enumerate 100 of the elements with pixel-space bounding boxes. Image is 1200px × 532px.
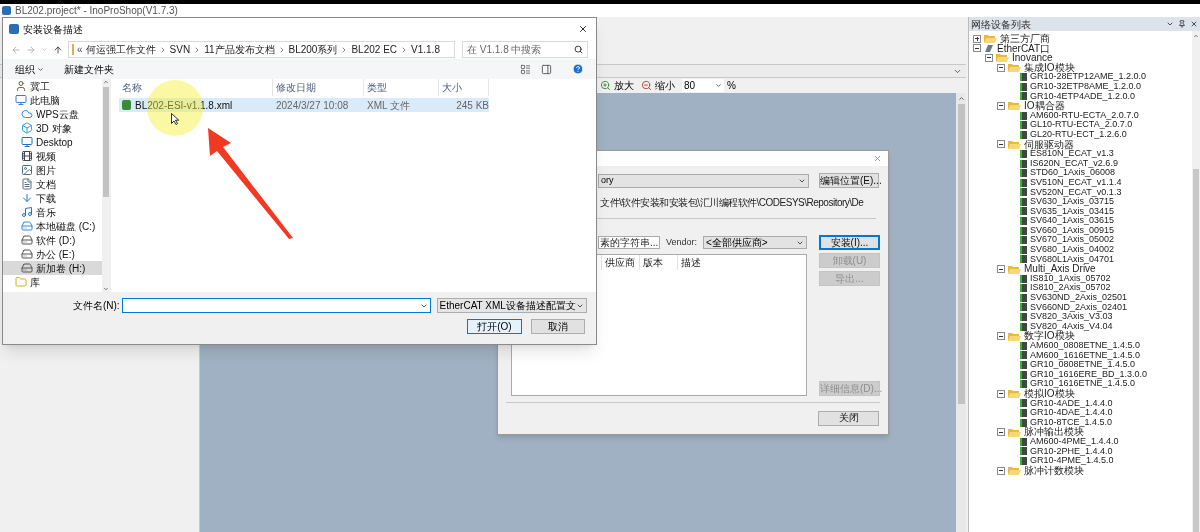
overflow-mark[interactable]: « (77, 42, 83, 57)
filetype-select[interactable]: EtherCAT XML设备描述配置文 (436, 298, 587, 313)
vendor-select[interactable]: <全部供应商> (703, 236, 807, 250)
dialog-button[interactable]: 安装(I)... (819, 235, 880, 251)
tree-item[interactable]: SV820_4Axis_V4.04 (1030, 321, 1113, 332)
column-header[interactable]: 修改日期 (273, 79, 364, 96)
new-folder-button[interactable]: 新建文件夹 (64, 61, 114, 77)
nav-item[interactable]: Desktop (3, 135, 102, 149)
dialog-button[interactable]: 关闭 (818, 411, 879, 426)
column-header[interactable]: 类型 (364, 79, 439, 96)
collapse-icon[interactable] (997, 265, 1005, 274)
scrollbar[interactable] (102, 79, 110, 292)
nav-item[interactable]: 库 (3, 275, 102, 289)
nav-item[interactable]: 音乐 (3, 205, 102, 219)
open-button[interactable]: 打开(O) (467, 319, 522, 334)
breadcrumb[interactable]: 11产品发布文档 (204, 42, 275, 57)
breadcrumb[interactable]: V1.1.8 (411, 42, 440, 57)
zoom-out-label[interactable]: 缩小 (655, 78, 675, 93)
nav-item[interactable]: 文档 (3, 177, 102, 191)
column-header[interactable]: 版本 (639, 255, 677, 271)
tree-item[interactable]: GR10-32ETP8AME_1.2.0.0 (1030, 81, 1142, 92)
address-bar[interactable]: « 何运强工作文件 SVN 11产品发布文档 BL200系列 BL202 EC V1.1.8 (68, 41, 455, 58)
tree-item[interactable]: SV510N_ECAT_v1.1.4 (1030, 177, 1122, 188)
tree-item[interactable]: AM600-4PME_1.4.4.0 (1030, 436, 1119, 447)
tree-item[interactable]: GR10-2PHE_1.4.4.0 (1030, 446, 1113, 457)
zoom-in-label[interactable]: 放大 (614, 78, 634, 93)
tree-item[interactable]: SV680L1Axis_04701 (1030, 254, 1115, 265)
dialog-button[interactable]: 编辑位置(E)... (819, 173, 879, 189)
caret-icon[interactable] (715, 82, 722, 89)
scrollbar[interactable] (1192, 31, 1200, 532)
preview-pane-icon[interactable] (541, 63, 552, 75)
nav-item[interactable]: 3D 对象 (3, 121, 102, 135)
collapse-icon[interactable] (997, 140, 1005, 149)
tree-item[interactable]: SV670_1Axis_05002 (1030, 235, 1115, 246)
close-icon[interactable] (1190, 20, 1198, 28)
tree-item[interactable]: GR10_1616ETNE_1.4.5.0 (1030, 379, 1136, 389)
nav-item[interactable]: 新加卷 (H:) (3, 261, 102, 275)
tree-item[interactable]: GL20-RTU-ECT_1.2.6.0 (1030, 129, 1127, 140)
nav-item[interactable]: 视频 (3, 149, 102, 163)
zoom-in-icon[interactable] (600, 80, 611, 91)
scroll-up-icon[interactable] (103, 79, 109, 85)
nav-item[interactable]: 办公 (E:) (3, 247, 102, 261)
scroll-up-icon[interactable] (1193, 33, 1199, 39)
tree-item[interactable]: SV635_1Axis_03415 (1030, 206, 1115, 217)
dropdown-icon[interactable] (1166, 20, 1174, 28)
tree-item[interactable]: Inovance (1012, 53, 1053, 63)
zoom-select[interactable]: 80 (682, 79, 724, 92)
column-header[interactable]: 大小 (439, 79, 489, 96)
column-header[interactable]: 描述 (677, 255, 715, 271)
tree-item[interactable]: SV660_1Axis_00915 (1030, 225, 1115, 236)
tree-item[interactable]: 模拟IO模块 (1024, 388, 1075, 399)
collapse-icon[interactable] (997, 101, 1005, 110)
location-select[interactable]: ory (598, 173, 809, 188)
tree-item[interactable]: GR10_0808ETNE_1.4.5.0 (1030, 360, 1136, 370)
scroll-down-icon[interactable] (103, 286, 109, 292)
close-icon[interactable] (578, 24, 588, 34)
tree-item[interactable]: 数字IO模块 (1024, 331, 1075, 341)
tree-item[interactable]: GR10_1616ERE_BD_1.3.0.0 (1030, 369, 1148, 380)
tree-item[interactable]: STD60_1Axis_06008 (1030, 168, 1116, 178)
breadcrumb[interactable]: BL200系列 (288, 42, 338, 57)
organize-menu[interactable]: 组织 (15, 61, 44, 77)
tree-item[interactable]: SV630_1Axis_03715 (1030, 197, 1115, 207)
tree-item[interactable]: IS810_1Axis_05702 (1030, 273, 1111, 284)
help-icon[interactable] (572, 63, 584, 75)
tree-item[interactable]: AM600-RTU-ECTA_2.0.7.0 (1030, 110, 1139, 121)
search-field[interactable]: 素的字符串... (598, 236, 660, 250)
pin-icon[interactable] (1178, 20, 1186, 28)
cancel-button[interactable]: 取消 (531, 319, 585, 334)
tree-item[interactable]: GL10-RTU-ECTA_2.0.7.0 (1030, 120, 1133, 130)
column-header[interactable]: 供应商 (601, 255, 639, 271)
search-field[interactable]: 在 V1.1.8 中搜索 (462, 41, 588, 58)
collapse-icon[interactable] (997, 466, 1005, 475)
tree-item[interactable]: 集成IO模块 (1024, 62, 1075, 73)
tree-item[interactable]: SV660ND_2Axis_02401 (1030, 302, 1128, 313)
collapse-icon[interactable] (997, 332, 1005, 341)
tree-item[interactable]: IS620N_ECAT_v2.6.9 (1030, 158, 1118, 169)
up-icon[interactable] (53, 44, 63, 55)
tree-item[interactable]: SV630ND_2Axis_02501 (1030, 293, 1128, 303)
tree-item[interactable]: AM600_0808ETNE_1.4.5.0 (1030, 341, 1141, 351)
filename-input[interactable] (121, 298, 431, 313)
tree-item[interactable]: SV640_1Axis_03615 (1030, 216, 1115, 226)
nav-item[interactable]: 图片 (3, 163, 102, 177)
tree-item[interactable]: 伺服驱动器 (1024, 139, 1074, 150)
tree-item[interactable]: 脉冲计数模块 (1024, 465, 1084, 476)
scroll-up-icon[interactable] (957, 95, 965, 102)
collapse-icon[interactable] (973, 44, 981, 53)
nav-item[interactable]: 软件 (D:) (3, 233, 102, 247)
nav-item[interactable]: 冀工 (3, 79, 102, 93)
tree-item[interactable]: GR10-4ETP4ADE_1.2.0.0 (1030, 91, 1136, 102)
tree-item[interactable]: IO耦合器 (1024, 101, 1065, 111)
tree-item[interactable]: AM600_1616ETNE_1.4.5.0 (1030, 350, 1141, 361)
tree-item[interactable]: Multi_Axis Drive (1024, 264, 1096, 274)
tree-item[interactable]: EtherCAT口 (997, 43, 1051, 54)
tree-item[interactable]: 脉冲输出模块 (1024, 427, 1084, 437)
collapse-icon[interactable] (997, 389, 1005, 398)
tree-item[interactable]: GR10-4DAE_1.4.4.0 (1030, 408, 1113, 418)
nav-item[interactable]: 下载 (3, 191, 102, 205)
tree-item[interactable]: GR10-8TCE_1.4.5.0 (1030, 417, 1113, 428)
search-icon[interactable] (574, 45, 583, 54)
nav-item[interactable]: 本地磁盘 (C:) (3, 219, 102, 233)
